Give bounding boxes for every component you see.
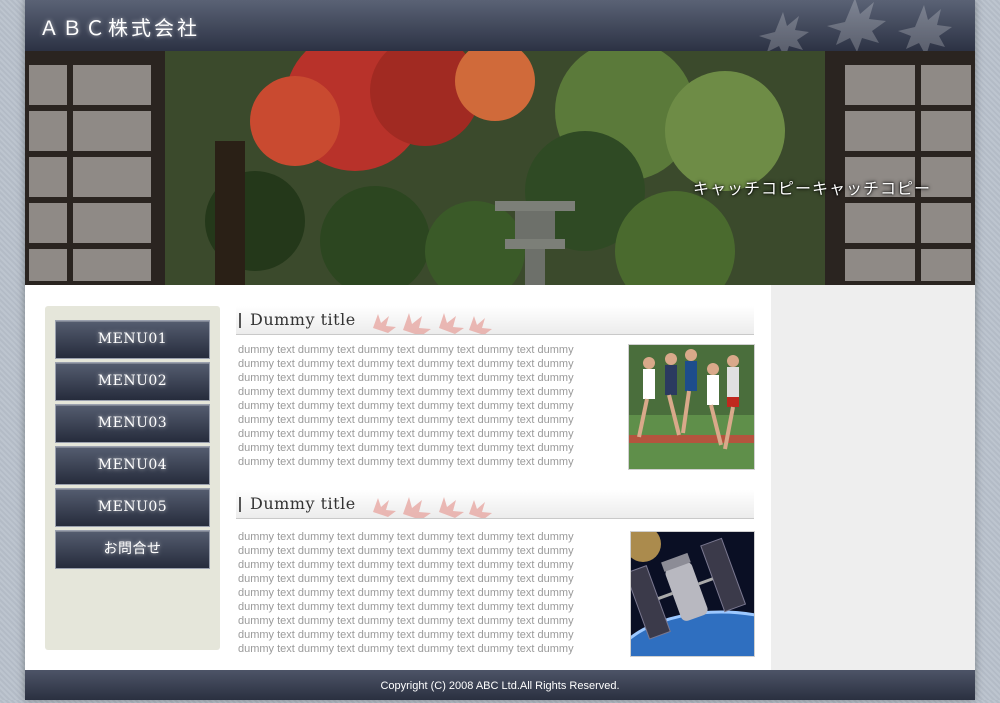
section-title: Dummy title [250,310,356,329]
section-body-text: dummy text dummy text dummy text dummy t… [238,344,574,468]
menu-item-menu03[interactable]: MENU03 [55,404,210,443]
main-content: MENU01 MENU02 MENU03 MENU04 MENU05 お問合せ … [25,285,975,670]
content-section: Dummy title dummy text dummy text dummy … [236,306,756,476]
menu-item-menu05[interactable]: MENU05 [55,488,210,527]
menu-item-menu02[interactable]: MENU02 [55,362,210,401]
hero-image-japanese-garden: キャッチコピーキャッチコピー [25,51,975,285]
right-column [771,285,975,670]
maple-leaf-icon [373,497,492,518]
site-title[interactable]: ＡＢＣ株式会社 [39,12,200,41]
menu-item-contact[interactable]: お問合せ [55,530,210,569]
title-accent-bar [239,497,241,512]
satellite-photo [630,531,755,657]
menu-item-menu04[interactable]: MENU04 [55,446,210,485]
menu-item-menu01[interactable]: MENU01 [55,320,210,359]
catch-copy: キャッチコピーキャッチコピー [692,179,931,198]
site-header: ＡＢＣ株式会社 [25,0,975,51]
maple-leaf-icon [373,313,492,334]
section-title: Dummy title [250,494,356,513]
site-footer: Copyright (C) 2008 ABC Ltd.All Rights Re… [25,670,975,700]
title-accent-bar [239,313,241,328]
copyright-text: Copyright (C) 2008 ABC Ltd.All Rights Re… [380,680,620,692]
page: ＡＢＣ株式会社 キャッチコピーキャッチコピー MENU01 MENU02 MEN… [25,0,975,700]
section-title-bar: Dummy title [236,490,754,519]
section-title-bar: Dummy title [236,306,754,335]
garden-illustration [25,51,975,285]
sidebar-menu: MENU01 MENU02 MENU03 MENU04 MENU05 お問合せ [55,320,210,572]
maple-leaves-decoration [759,0,952,51]
sidebar: MENU01 MENU02 MENU03 MENU04 MENU05 お問合せ [45,306,220,650]
runners-photo [628,344,755,470]
content-section: Dummy title dummy text dummy text dummy … [236,490,756,660]
section-body-text: dummy text dummy text dummy text dummy t… [238,531,574,655]
